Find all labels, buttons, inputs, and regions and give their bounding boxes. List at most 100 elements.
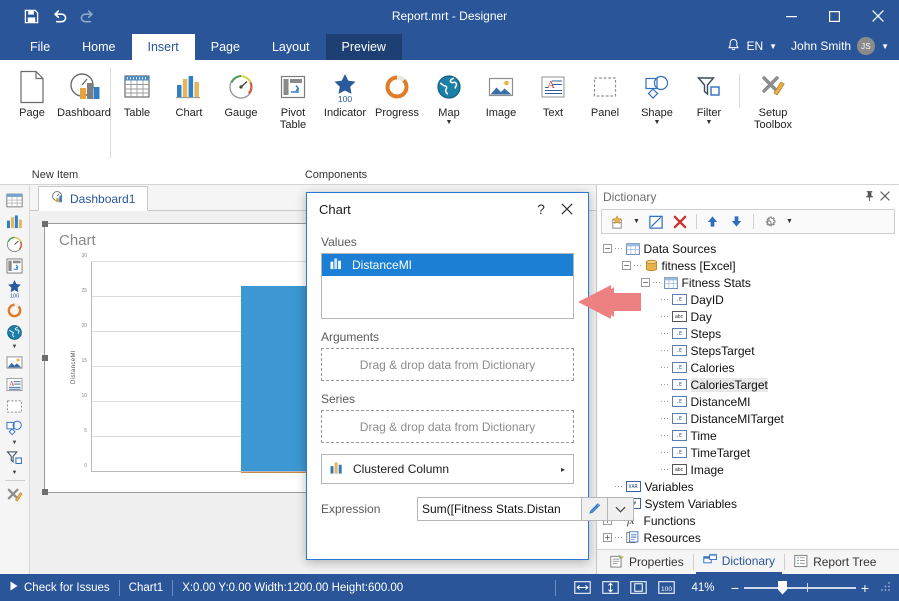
toolbox-item-progress[interactable]: [2, 299, 28, 321]
page-width-icon[interactable]: [568, 576, 596, 600]
expression-input[interactable]: [418, 498, 581, 520]
chart-type-chevron-right-icon[interactable]: ▸: [561, 465, 565, 474]
values-item-distancemi[interactable]: DistanceMI: [322, 254, 573, 276]
footer-tab-dictionary[interactable]: Dictionary: [696, 550, 782, 574]
resize-grip[interactable]: [880, 581, 891, 595]
close-button[interactable]: [856, 0, 899, 32]
shape-chevron-down-icon[interactable]: ▼: [654, 119, 661, 127]
ribbon-button-page[interactable]: Page: [6, 66, 58, 122]
expander-fitness-stats[interactable]: −: [641, 278, 650, 287]
tree-node-steps[interactable]: ⋯.E Steps: [603, 325, 899, 342]
toolbox-item-image[interactable]: [2, 351, 28, 373]
toolbox-item-shape[interactable]: [2, 417, 28, 439]
map-chevron-down-icon[interactable]: ▼: [446, 119, 453, 127]
toolbox-item-text[interactable]: A: [2, 373, 28, 395]
ribbon-button-pivot-table[interactable]: Pivot Table: [267, 66, 319, 134]
tree-node-time[interactable]: ⋯.E Time: [603, 427, 899, 444]
ribbon-button-setup-toolbox[interactable]: Setup Toolbox: [744, 66, 802, 134]
selection-handle-nw[interactable]: [42, 221, 48, 227]
ribbon-button-gauge[interactable]: Gauge: [215, 66, 267, 122]
tab-layout[interactable]: Layout: [256, 34, 326, 60]
toolbox-item-map[interactable]: [2, 321, 28, 343]
language-chevron-down-icon[interactable]: ▼: [769, 42, 777, 51]
footer-tab-properties[interactable]: Properties: [603, 550, 691, 574]
tree-node-data-sources[interactable]: −⋯ Data Sources: [603, 240, 899, 257]
toolbox-item-panel[interactable]: [2, 395, 28, 417]
ribbon-button-dashboard[interactable]: Dashboard: [58, 66, 110, 122]
toolbox-item-pivot-table[interactable]: [2, 255, 28, 277]
pin-icon[interactable]: [861, 190, 877, 205]
tab-file[interactable]: File: [14, 34, 66, 60]
page-height-icon[interactable]: [596, 576, 624, 600]
selection-handle-sw[interactable]: [42, 489, 48, 495]
tree-node-timetarget[interactable]: ⋯.E TimeTarget: [603, 444, 899, 461]
delete-x-icon[interactable]: [669, 211, 691, 232]
zoom-slider[interactable]: − +: [726, 581, 874, 595]
toolbox-shape-chevron-down-icon[interactable]: ▼: [12, 439, 18, 447]
tree-node-distancemi[interactable]: ⋯.E DistanceMI: [603, 393, 899, 410]
pencil-icon[interactable]: [581, 498, 607, 520]
tree-node-resources[interactable]: +⋯ Resources: [603, 529, 899, 546]
check-for-issues-button[interactable]: Check for Issues: [10, 581, 110, 594]
expander-resources[interactable]: +: [603, 533, 612, 542]
filter-chevron-down-icon[interactable]: ▼: [706, 119, 713, 127]
series-dropzone[interactable]: Drag & drop data from Dictionary: [321, 410, 574, 443]
single-page-icon[interactable]: [624, 576, 652, 600]
document-tab-dashboard1[interactable]: Dashboard1: [38, 186, 148, 211]
toolbox-item-chart[interactable]: [2, 211, 28, 233]
avatar[interactable]: JS: [857, 37, 875, 55]
tab-home[interactable]: Home: [66, 34, 131, 60]
ribbon-button-map[interactable]: Map ▼: [423, 66, 475, 130]
ribbon-button-filter[interactable]: Filter ▼: [683, 66, 735, 130]
tree-node-distancemitarget[interactable]: ⋯.E DistanceMITarget: [603, 410, 899, 427]
arrow-down-icon[interactable]: [726, 211, 748, 232]
new-item-chevron-down-icon[interactable]: ▼: [630, 218, 643, 225]
ribbon-button-panel[interactable]: Panel: [579, 66, 631, 122]
language-selector[interactable]: EN: [746, 39, 763, 53]
dictionary-tree[interactable]: −⋯ Data Sources −⋯ fitness [Excel] −⋯ Fi…: [597, 234, 899, 549]
ribbon-button-image[interactable]: Image: [475, 66, 527, 122]
toolbox-map-chevron-down-icon[interactable]: ▼: [12, 343, 18, 351]
zoom-thumb[interactable]: [778, 581, 787, 595]
tree-node-fitness[interactable]: −⋯ fitness [Excel]: [603, 257, 899, 274]
ribbon-button-chart[interactable]: Chart: [163, 66, 215, 122]
notifications-bell-icon[interactable]: [727, 38, 740, 55]
chevron-down-icon-expression[interactable]: [607, 498, 633, 520]
tree-node-variables[interactable]: ⋯ VAR Variables: [603, 478, 899, 495]
tree-node-dayid[interactable]: ⋯.E DayID: [603, 291, 899, 308]
ribbon-button-text[interactable]: A Text: [527, 66, 579, 122]
toolbox-item-table[interactable]: [2, 189, 28, 211]
zoom-track[interactable]: [744, 587, 856, 589]
toolbox-item-gauge[interactable]: [2, 233, 28, 255]
toolbox-filter-chevron-down-icon[interactable]: ▼: [12, 469, 18, 477]
tree-node-stepstarget[interactable]: ⋯.E StepsTarget: [603, 342, 899, 359]
maximize-button[interactable]: [813, 0, 856, 32]
expression-box[interactable]: [417, 497, 634, 521]
footer-tab-report-tree[interactable]: Report Tree: [787, 550, 883, 574]
tree-node-functions[interactable]: +⋯ fx Functions: [603, 512, 899, 529]
selection-handle-w[interactable]: [42, 355, 48, 361]
tab-insert[interactable]: Insert: [132, 34, 195, 60]
expander-data-sources[interactable]: −: [603, 244, 612, 253]
tab-page[interactable]: Page: [195, 34, 256, 60]
values-listbox[interactable]: DistanceMI: [321, 253, 574, 319]
tree-node-caloriestarget[interactable]: ⋯.E CaloriesTarget: [603, 376, 899, 393]
save-icon[interactable]: [18, 4, 44, 28]
arrow-up-icon[interactable]: [702, 211, 724, 232]
ribbon-button-table[interactable]: Table: [111, 66, 163, 122]
tab-preview[interactable]: Preview: [326, 34, 402, 60]
user-name[interactable]: John Smith: [791, 39, 851, 53]
minimize-button[interactable]: [770, 0, 813, 32]
toolbox-item-filter[interactable]: [2, 447, 28, 469]
edit-icon[interactable]: [645, 211, 667, 232]
zoom-100-icon[interactable]: 100: [652, 576, 680, 600]
toolbox-item-setup-toolbox[interactable]: [2, 484, 28, 506]
tree-node-system-variables[interactable]: +⋯ Σ# System Variables: [603, 495, 899, 512]
ribbon-button-progress[interactable]: Progress: [371, 66, 423, 122]
tree-node-day[interactable]: ⋯abc Day: [603, 308, 899, 325]
tree-node-fitness-stats[interactable]: −⋯ Fitness Stats: [603, 274, 899, 291]
toolbox-item-indicator[interactable]: 100: [2, 277, 28, 299]
close-icon[interactable]: [877, 190, 893, 204]
chart-dialog[interactable]: Chart ? Values DistanceMI Arguments Drag…: [306, 192, 589, 560]
settings-chevron-down-icon[interactable]: ▼: [783, 218, 796, 225]
